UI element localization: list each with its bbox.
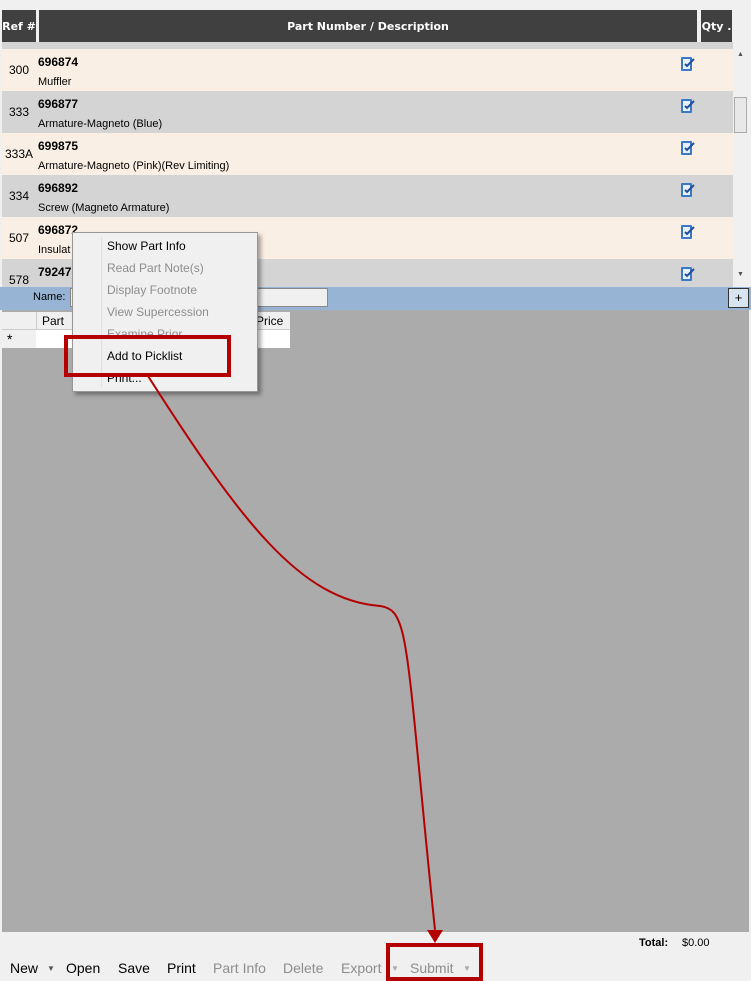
highlight-add-to-picklist [64, 335, 231, 377]
annotation-overlay [64, 335, 483, 981]
annotation-arrow [147, 375, 436, 931]
highlight-submit [386, 943, 483, 981]
arrow-head-icon [427, 930, 443, 943]
